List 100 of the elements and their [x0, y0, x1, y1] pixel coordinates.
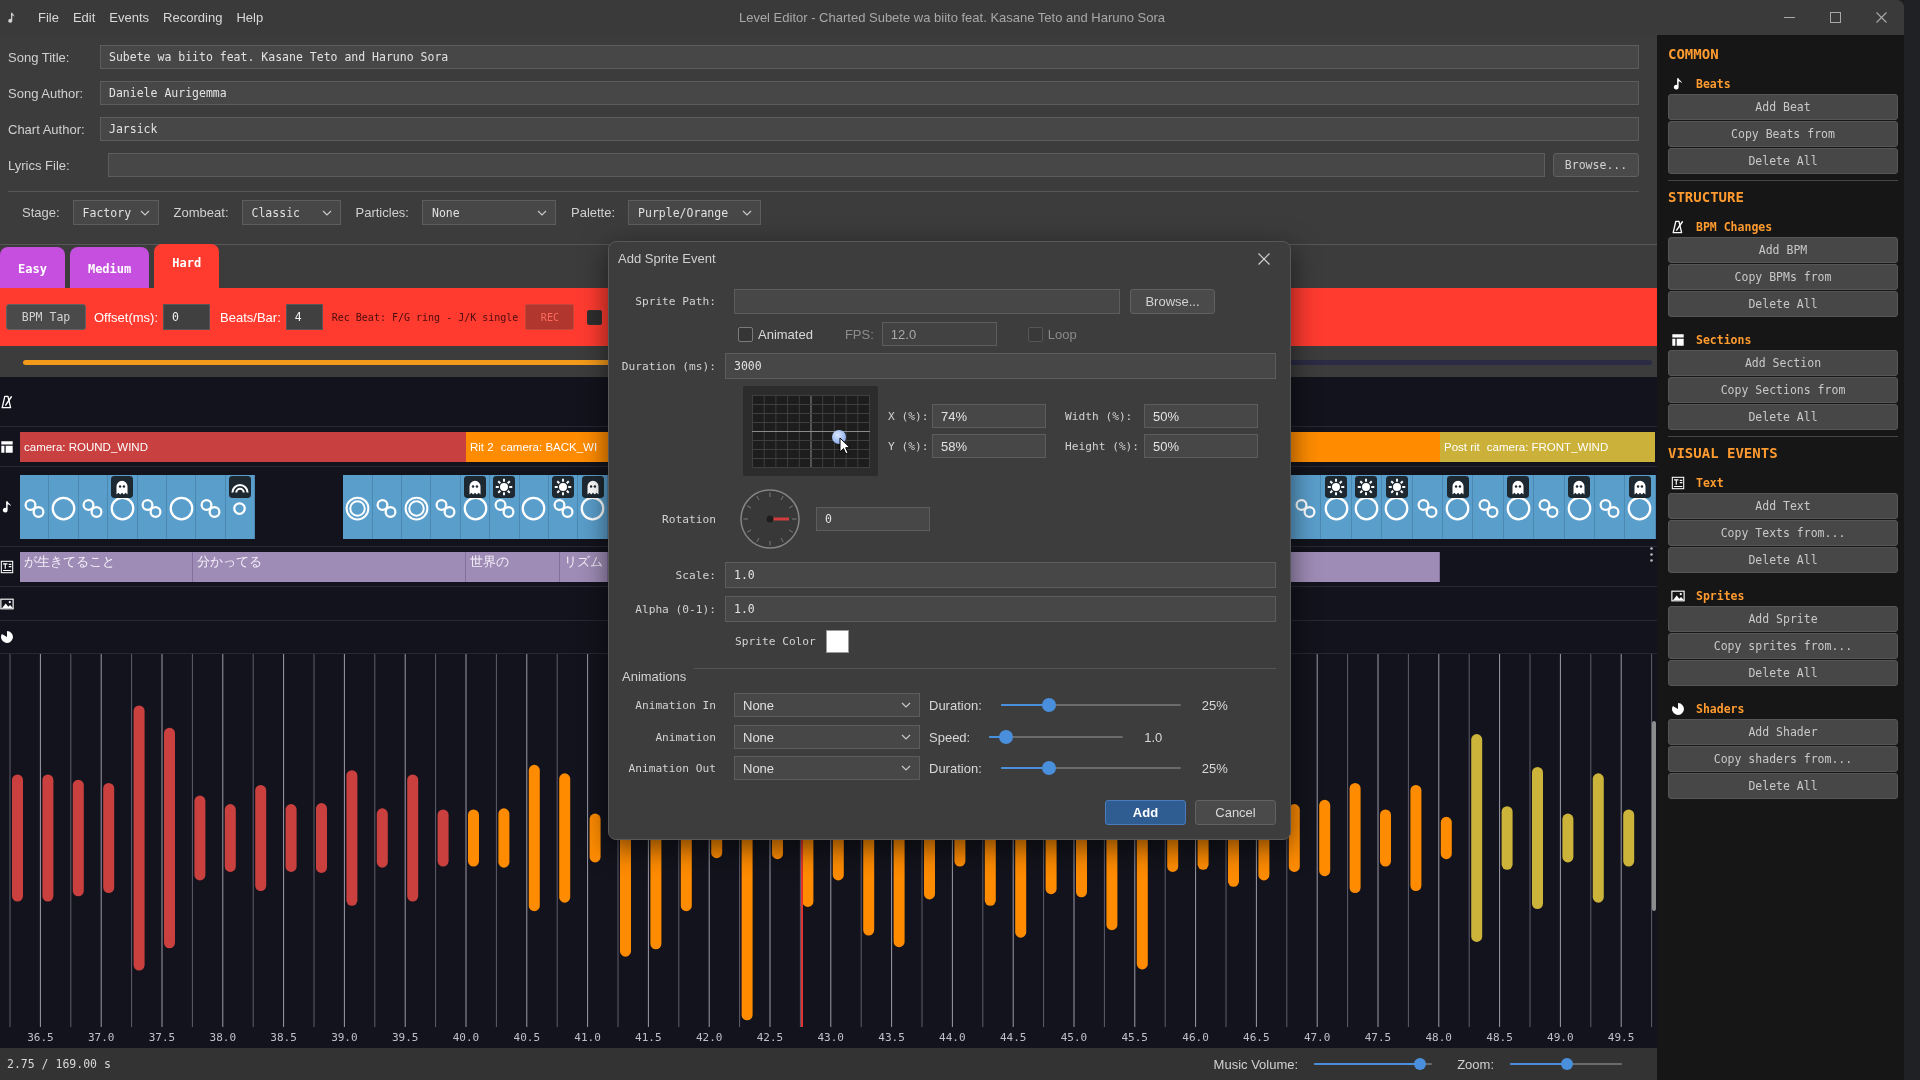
beat-tile[interactable]	[402, 474, 432, 539]
text-field[interactable]	[108, 153, 1545, 177]
sidebar-button[interactable]: Delete All	[1668, 291, 1898, 317]
text-field[interactable]: Daniele Aurigemma	[100, 81, 1639, 105]
beat-tile[interactable]	[1625, 474, 1656, 539]
beat-tile[interactable]	[1503, 474, 1535, 539]
dropdown[interactable]: None	[734, 756, 920, 780]
beat-tile[interactable]	[137, 474, 167, 539]
beat-tile[interactable]	[1382, 474, 1413, 539]
sidebar-button[interactable]: Delete All	[1668, 404, 1898, 430]
beat-tile[interactable]	[1564, 474, 1595, 539]
beat-tile[interactable]	[225, 474, 256, 539]
slider-handle[interactable]	[998, 730, 1013, 744]
beat-tile[interactable]	[460, 474, 491, 539]
zoom-slider[interactable]	[1510, 1058, 1622, 1070]
checkbox[interactable]	[587, 309, 603, 325]
sidebar-button[interactable]: Copy Beats from	[1668, 121, 1898, 147]
beat-tile[interactable]	[431, 474, 461, 539]
beat-tile[interactable]	[1321, 474, 1352, 539]
scrollbar-thumb[interactable]	[1652, 721, 1656, 911]
text-field[interactable]: 50%	[1144, 434, 1258, 458]
checkbox[interactable]	[738, 326, 753, 342]
menu-item[interactable]: Events	[102, 6, 157, 29]
beat-tile[interactable]	[49, 474, 79, 539]
sidebar-button[interactable]: Delete All	[1668, 773, 1898, 799]
sidebar-button[interactable]: Copy shaders from...	[1668, 746, 1898, 772]
sidebar-button[interactable]: Add Shader	[1668, 719, 1898, 745]
text-field[interactable]: 0	[816, 507, 930, 531]
beat-tile[interactable]	[1594, 474, 1626, 539]
menu-item[interactable]: Help	[229, 6, 271, 29]
beat-tile[interactable]	[519, 474, 550, 539]
beat-tile[interactable]	[78, 474, 109, 539]
beat-tile[interactable]	[196, 474, 226, 539]
beat-tile[interactable]	[1534, 474, 1565, 539]
text-field[interactable]: 1.0	[725, 596, 1276, 622]
text-field[interactable]: 1.0	[725, 562, 1276, 588]
volume-slider[interactable]	[1314, 1058, 1433, 1070]
difficulty-tab[interactable]: Medium	[69, 247, 150, 288]
lyric-block[interactable]	[1291, 551, 1440, 582]
slider-handle[interactable]	[1042, 698, 1057, 712]
sidebar-button[interactable]: Copy sprites from...	[1668, 633, 1898, 659]
slider-track[interactable]	[1000, 761, 1181, 775]
sidebar-button[interactable]: Add Section	[1668, 350, 1898, 376]
sidebar-button[interactable]: Add Beat	[1668, 94, 1898, 120]
section-block[interactable]: camera: ROUND_WIND	[20, 431, 466, 462]
beat-tile[interactable]	[166, 474, 197, 539]
sidebar-button[interactable]: Add Sprite	[1668, 606, 1898, 632]
text-field[interactable]: Jarsick	[100, 117, 1639, 141]
sidebar-button[interactable]: Copy BPMs from	[1668, 264, 1898, 290]
cancel-button[interactable]: Cancel	[1195, 800, 1276, 825]
browse-button[interactable]: Browse...	[1553, 153, 1639, 177]
sidebar-button[interactable]: Delete All	[1668, 547, 1898, 573]
slider-handle[interactable]	[1413, 1058, 1426, 1070]
dropdown[interactable]: None	[422, 200, 556, 225]
beats-per-bar-field[interactable]: 4	[285, 304, 323, 330]
beat-tile[interactable]	[1473, 474, 1504, 539]
menu-item[interactable]: Edit	[65, 6, 103, 29]
text-field[interactable]: 74%	[932, 404, 1046, 428]
bpm-tap-button[interactable]: BPM Tap	[6, 304, 86, 330]
dropdown[interactable]: Purple/Orange	[628, 200, 762, 225]
beat-tile[interactable]	[1291, 474, 1322, 539]
slider-handle[interactable]	[1561, 1058, 1573, 1070]
difficulty-tab[interactable]: Easy	[0, 247, 65, 288]
beat-tile[interactable]	[372, 474, 403, 539]
sidebar-button[interactable]: Add Text	[1668, 493, 1898, 519]
beat-tile[interactable]	[1351, 474, 1383, 539]
sidebar-button[interactable]: Delete All	[1668, 660, 1898, 686]
add-button[interactable]: Add	[1105, 800, 1186, 825]
sidebar-button[interactable]: Copy Texts from...	[1668, 520, 1898, 546]
sidebar-button[interactable]: Copy Sections from	[1668, 377, 1898, 403]
difficulty-tab[interactable]: Hard	[154, 244, 220, 288]
beat-tile[interactable]	[490, 474, 520, 539]
dropdown[interactable]: None	[734, 693, 920, 717]
browse-button[interactable]: Browse...	[1130, 289, 1215, 314]
sidebar-button[interactable]: Delete All	[1668, 148, 1898, 174]
beat-tile[interactable]	[549, 474, 579, 539]
color-swatch[interactable]	[825, 630, 849, 653]
dropdown[interactable]: Factory	[72, 200, 159, 225]
beat-tile[interactable]	[343, 474, 373, 539]
rotation-dial[interactable]	[740, 489, 800, 549]
beat-tile[interactable]	[1412, 474, 1443, 539]
section-block[interactable]	[1291, 431, 1440, 462]
slider-handle[interactable]	[1042, 761, 1057, 775]
offset-field[interactable]: 0	[163, 304, 211, 330]
dropdown[interactable]: None	[734, 725, 920, 749]
sidebar-button[interactable]: Add BPM	[1668, 237, 1898, 263]
menu-item[interactable]: File	[31, 6, 66, 29]
dropdown[interactable]: Classic	[241, 200, 341, 225]
beat-tile[interactable]	[108, 474, 138, 539]
text-field[interactable]: 3000	[725, 353, 1276, 379]
text-field[interactable]: 50%	[1144, 404, 1258, 428]
beat-tile[interactable]	[1442, 474, 1474, 539]
playhead-line[interactable]	[801, 839, 803, 1027]
slider-track[interactable]	[989, 730, 1124, 744]
menu-item[interactable]: Recording	[156, 6, 230, 29]
beat-tile[interactable]	[20, 474, 50, 539]
text-field[interactable]: Subete wa biito feat. Kasane Teto and Haruno Sora	[100, 45, 1639, 69]
text-field[interactable]: 58%	[932, 434, 1046, 458]
slider-track[interactable]	[1000, 698, 1181, 712]
position-pad[interactable]	[743, 386, 878, 476]
